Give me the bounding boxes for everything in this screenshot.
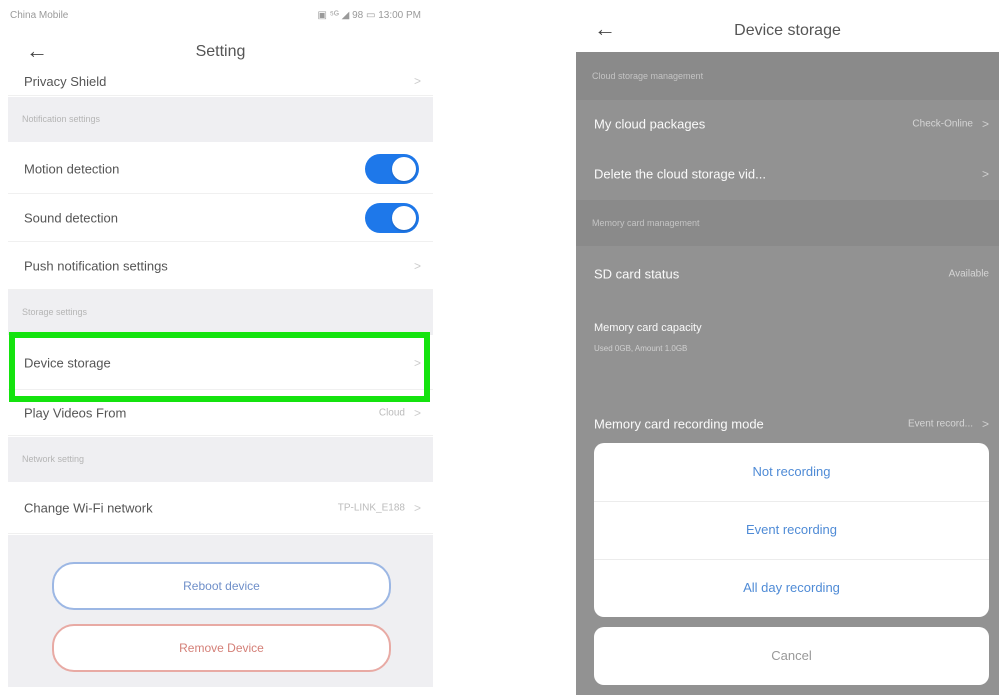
section-memory-card: Memory card management bbox=[576, 200, 999, 246]
motion-detection-toggle[interactable] bbox=[365, 153, 419, 184]
chevron-right-icon: > bbox=[413, 355, 421, 370]
row-play-videos-from[interactable]: Play Videos From Cloud > bbox=[8, 390, 433, 436]
cancel-button[interactable]: Cancel bbox=[594, 627, 989, 685]
row-subtext: Used 0GB, Amount 1.0GB bbox=[594, 344, 688, 353]
row-label: Memory card recording mode bbox=[594, 416, 764, 432]
chevron-right-icon: > bbox=[413, 74, 421, 88]
setting-screen: China Mobile ▣ ⁵ᴳ ◢ 98 ▭ 13:00 PM ← Sett… bbox=[8, 0, 433, 687]
row-label: My cloud packages bbox=[594, 116, 706, 132]
option-not-recording[interactable]: Not recording bbox=[594, 443, 989, 502]
row-label: Device storage bbox=[24, 355, 111, 370]
section-network: Network setting bbox=[8, 437, 433, 482]
row-label: Change Wi-Fi network bbox=[24, 500, 153, 515]
system-status: ▣ ⁵ᴳ ◢ 98 ▭ 13:00 PM bbox=[317, 10, 421, 21]
row-value: Check-Online bbox=[912, 118, 973, 130]
section-cloud-storage: Cloud storage management bbox=[576, 52, 999, 100]
row-label: Sound detection bbox=[24, 210, 118, 225]
row-push-notification[interactable]: Push notification settings > bbox=[8, 242, 433, 290]
row-label: Play Videos From bbox=[24, 405, 127, 420]
row-delete-cloud-storage: Delete the cloud storage vid... > bbox=[576, 148, 999, 200]
chevron-right-icon: > bbox=[413, 258, 421, 273]
section-notification: Notification settings bbox=[8, 97, 433, 142]
toggle-knob bbox=[392, 156, 416, 181]
row-sd-card-status: SD card status Available bbox=[576, 248, 999, 300]
option-event-recording[interactable]: Event recording bbox=[594, 501, 989, 560]
row-sound-detection: Sound detection bbox=[8, 194, 433, 242]
page-title: Device storage bbox=[734, 22, 841, 39]
row-device-storage[interactable]: Device storage > bbox=[8, 336, 433, 390]
row-value: Event record... bbox=[907, 418, 973, 430]
chevron-right-icon: > bbox=[981, 167, 989, 181]
chevron-right-icon: > bbox=[981, 417, 989, 431]
status-bar: China Mobile ▣ ⁵ᴳ ◢ 98 ▭ 13:00 PM bbox=[8, 0, 433, 30]
chevron-right-icon: > bbox=[413, 405, 421, 420]
section-storage: Storage settings bbox=[8, 290, 433, 335]
row-privacy-shield[interactable]: Privacy Shield > bbox=[8, 64, 433, 96]
remove-device-button[interactable]: Remove Device bbox=[52, 624, 391, 672]
row-value: Cloud bbox=[378, 407, 405, 418]
row-label: Memory card capacity bbox=[594, 322, 702, 334]
sound-detection-toggle[interactable] bbox=[365, 202, 419, 233]
row-label: Delete the cloud storage vid... bbox=[594, 166, 766, 182]
row-label: Motion detection bbox=[24, 161, 120, 176]
row-value: TP-LINK_E188 bbox=[337, 502, 405, 513]
chevron-right-icon: > bbox=[981, 117, 989, 131]
row-label: SD card status bbox=[594, 266, 680, 282]
header: ← Device storage bbox=[576, 0, 999, 52]
toggle-knob bbox=[392, 205, 416, 230]
reboot-device-button[interactable]: Reboot device bbox=[52, 562, 391, 610]
option-all-day-recording[interactable]: All day recording bbox=[594, 559, 989, 617]
row-memory-capacity: Memory card capacity Used 0GB, Amount 1.… bbox=[576, 300, 999, 374]
carrier-label: China Mobile bbox=[10, 10, 69, 21]
row-label: Push notification settings bbox=[24, 258, 168, 273]
chevron-right-icon: > bbox=[413, 500, 421, 515]
row-label: Privacy Shield bbox=[24, 74, 107, 89]
row-change-wifi[interactable]: Change Wi-Fi network TP-LINK_E188 > bbox=[8, 482, 433, 534]
row-motion-detection: Motion detection bbox=[8, 144, 433, 194]
row-my-cloud-packages: My cloud packages Check-Online > bbox=[576, 100, 999, 148]
page-title: Setting bbox=[195, 43, 246, 60]
recording-mode-action-sheet: Not recording Event recording All day re… bbox=[594, 443, 989, 617]
row-value: Available bbox=[948, 268, 989, 280]
device-storage-screen: ← Device storage Cloud storage managemen… bbox=[576, 0, 999, 695]
action-area: Reboot device Remove Device bbox=[8, 535, 433, 687]
